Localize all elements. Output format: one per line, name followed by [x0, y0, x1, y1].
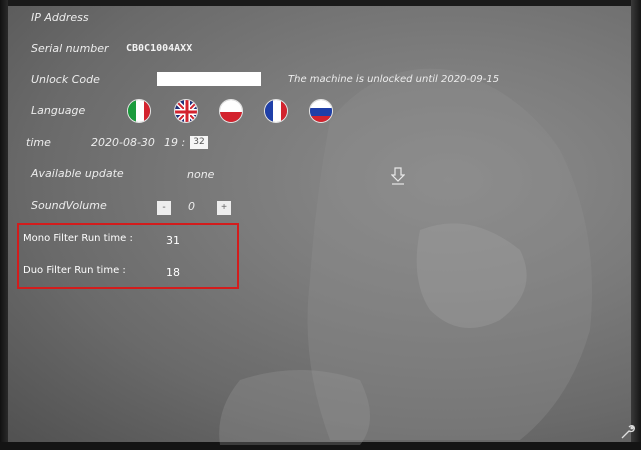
- volume-decrease-button[interactable]: -: [157, 201, 171, 215]
- volume-value: 0: [188, 200, 195, 213]
- time-label: time: [26, 136, 51, 149]
- ip-address-label: IP Address: [31, 11, 89, 24]
- date-value: 2020-08-30: [91, 136, 155, 149]
- download-icon[interactable]: [391, 167, 405, 185]
- italian-flag-icon[interactable]: [127, 99, 151, 123]
- serial-number-label: Serial number: [31, 42, 109, 55]
- serial-number-value: CB0C1004AXX: [126, 43, 193, 54]
- language-label: Language: [31, 104, 86, 117]
- duo-filter-label: Duo Filter Run time :: [23, 265, 126, 276]
- volume-increase-button[interactable]: +: [217, 201, 231, 215]
- wrench-icon[interactable]: [620, 424, 636, 440]
- uk-flag-icon[interactable]: [174, 99, 198, 123]
- mono-filter-value: 31: [166, 234, 180, 247]
- settings-screen: IP Address Serial number CB0C1004AXX Unl…: [0, 0, 641, 450]
- unlock-status-text: The machine is unlocked until 2020-09-15: [288, 74, 500, 85]
- russian-flag-icon[interactable]: [309, 99, 333, 123]
- hour-value: 19 :: [164, 136, 186, 149]
- polish-flag-icon[interactable]: [219, 99, 243, 123]
- available-update-value: none: [187, 168, 215, 181]
- french-flag-icon[interactable]: [264, 99, 288, 123]
- unlock-code-label: Unlock Code: [31, 73, 100, 86]
- mono-filter-label: Mono Filter Run time :: [23, 233, 133, 244]
- unlock-code-input[interactable]: [157, 72, 261, 86]
- sound-volume-label: SoundVolume: [31, 199, 107, 212]
- minute-field[interactable]: 32: [190, 136, 208, 149]
- available-update-label: Available update: [31, 167, 124, 180]
- duo-filter-value: 18: [166, 266, 180, 279]
